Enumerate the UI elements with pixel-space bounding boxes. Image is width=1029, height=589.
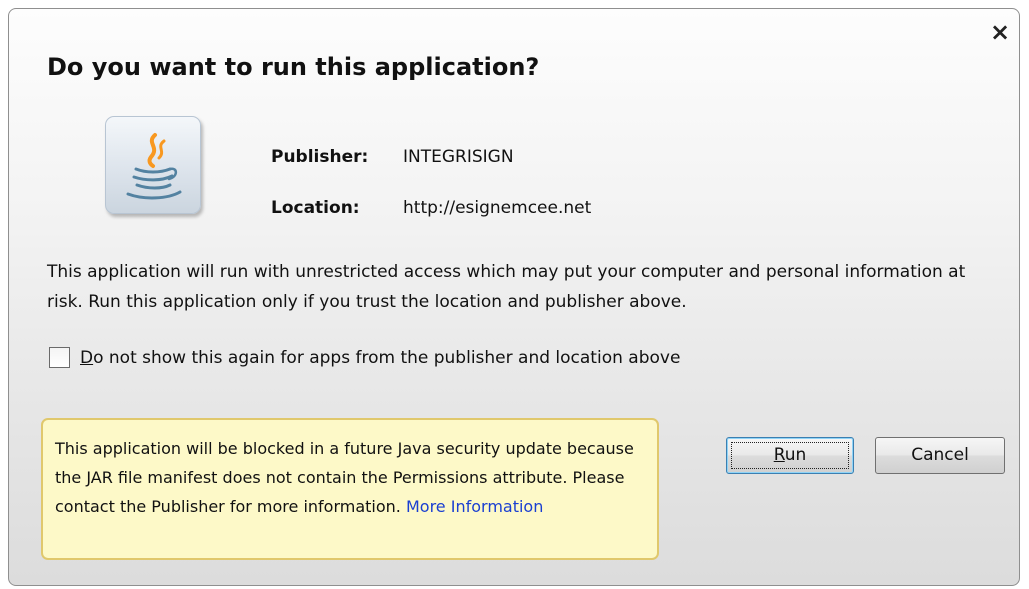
do-not-show-again-checkbox[interactable] [49,347,70,368]
blocked-notice-text: This application will be blocked in a fu… [55,434,645,521]
run-application-dialog: × Do you want to run this application? P… [8,8,1020,586]
do-not-show-again-option[interactable]: Do not show this again for apps from the… [49,347,680,368]
security-warning-text: This application will run with unrestric… [47,262,966,312]
cancel-button[interactable]: Cancel [875,437,1005,474]
blocked-notice-message: This application will be blocked in a fu… [55,439,634,516]
close-icon[interactable]: × [990,18,1010,46]
close-button[interactable]: × [987,19,1013,45]
do-not-show-again-label[interactable]: Do not show this again for apps from the… [80,348,680,368]
focus-ring [731,442,849,469]
java-icon [105,116,201,214]
run-button[interactable]: Run [726,437,854,474]
dialog-title: Do you want to run this application? [47,53,540,81]
checkbox-label-rest: o not show this again for apps from the … [93,347,681,368]
location-value: http://esignemcee.net [403,198,592,218]
blocked-notice-box: This application will be blocked in a fu… [41,418,659,560]
more-information-link[interactable]: More Information [406,497,543,516]
location-label: Location: [271,198,360,218]
checkbox-mnemonic: D [80,347,94,368]
publisher-label: Publisher: [271,147,369,167]
publisher-value: INTEGRISIGN [403,147,514,167]
java-logo-icon [126,133,182,200]
